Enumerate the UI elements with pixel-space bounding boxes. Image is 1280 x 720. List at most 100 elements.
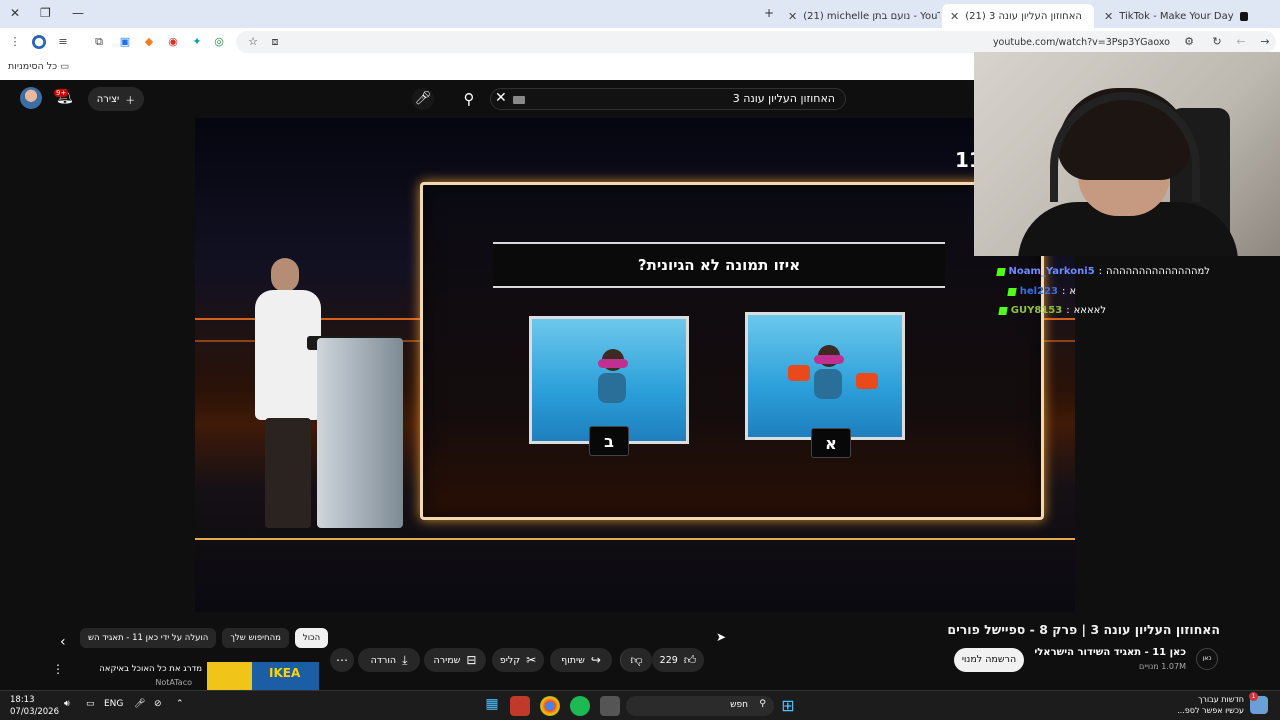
- chevron-up-icon[interactable]: ⌃: [176, 699, 184, 709]
- windows-start-icon[interactable]: ⊞: [778, 696, 798, 716]
- more-vertical-icon[interactable]: ⋮: [52, 662, 64, 676]
- clear-search-icon[interactable]: ✕: [495, 90, 507, 106]
- minimize-window-icon[interactable]: —: [72, 6, 84, 20]
- scissors-icon: ✂: [526, 653, 537, 667]
- youtube-header: 🔔︎ יצירה ＋ 🎤︎ ⚲ ✕ האחוזון העליון עונה 3: [0, 80, 974, 118]
- clock-date: 07/03/2026: [10, 707, 59, 717]
- video-frame: איזו תמונה לא הגיונית? ב א 11: [195, 118, 1075, 612]
- game-screen: [420, 182, 1044, 520]
- channel-avatar[interactable]: כאן: [1196, 648, 1218, 670]
- close-tab-icon[interactable]: ✕: [1104, 10, 1113, 23]
- muted-icon[interactable]: ⊘: [154, 699, 162, 709]
- channel-name[interactable]: כאן 11 - תאגיד השידור הישראלי: [1034, 647, 1186, 658]
- tab-michelle[interactable]: ✕ (21) michelle נועם בתן - YouTube: [780, 4, 940, 28]
- video-title: האחוזון העליון עונה 3 | פרק 8 - ספיישל פ…: [947, 622, 1220, 637]
- extensions-icon[interactable]: ⧉: [92, 35, 106, 49]
- address-bar[interactable]: ☆ ⧈ youtube.com/watch?v=3Psp3YGaoxo ⚙ ↻ …: [236, 31, 1276, 53]
- search-icon[interactable]: ⚲: [452, 88, 486, 110]
- like-count: 229: [659, 654, 678, 666]
- more-actions-button[interactable]: ⋯: [330, 648, 354, 672]
- share-icon: ↪: [590, 653, 601, 667]
- option-b-label: ב: [589, 426, 629, 456]
- file-explorer-icon[interactable]: [600, 696, 620, 716]
- news-badge: 1: [1249, 692, 1258, 701]
- tiktok-icon: [1239, 11, 1248, 21]
- chip-all[interactable]: הכול: [294, 628, 329, 648]
- all-bookmarks-link[interactable]: כל הסימניות ▭: [8, 61, 69, 72]
- video-player[interactable]: איזו תמונה לא הגיונית? ב א 11: [195, 118, 1075, 612]
- clock-time: 18:13: [10, 695, 35, 705]
- chat-message: GUY8153 : לאאאא: [998, 305, 1106, 316]
- search-input[interactable]: ✕ האחוזון העליון עונה 3: [490, 88, 846, 110]
- floatie: [856, 373, 878, 389]
- chip-from-search[interactable]: מהחיפוש שלך: [222, 628, 289, 648]
- chevron-left-icon[interactable]: ‹: [60, 634, 66, 650]
- download-button[interactable]: ⤓ הורדה: [358, 648, 420, 672]
- extension-icon[interactable]: ▣: [118, 35, 132, 49]
- chrome-icon[interactable]: [540, 696, 560, 716]
- profile-icon[interactable]: ●: [32, 35, 46, 49]
- chat-username: GUY8153: [1010, 305, 1063, 316]
- news-widget[interactable]: חדשות עבורך עכשיו אפשר לספ...: [1177, 694, 1244, 716]
- folder-icon: ▭: [60, 61, 70, 72]
- recommended-video-title[interactable]: מדרג את כל האוכל באיקאה: [99, 664, 202, 674]
- language-indicator[interactable]: ENG: [104, 699, 123, 709]
- microphone-icon[interactable]: 🎤︎: [134, 699, 145, 709]
- stage-light: [195, 538, 1075, 540]
- back-icon[interactable]: →: [1258, 35, 1272, 49]
- spotify-icon[interactable]: [570, 696, 590, 716]
- question-banner: איזו תמונה לא הגיונית?: [493, 242, 945, 288]
- bookmark-star-icon[interactable]: ☆: [246, 35, 260, 49]
- close-tab-icon[interactable]: ✕: [950, 10, 959, 23]
- reload-icon[interactable]: ↻: [1210, 35, 1224, 49]
- extension-icon[interactable]: ◆: [142, 35, 156, 49]
- widgets-icon[interactable]: ▦: [482, 696, 502, 716]
- avatar[interactable]: [20, 87, 42, 109]
- app-icon[interactable]: [510, 696, 530, 716]
- save-label: שמירה: [433, 654, 461, 666]
- reading-list-icon[interactable]: ≡: [56, 35, 70, 49]
- chat-text: למהההההההההההההה: [1106, 266, 1210, 277]
- extension-icon[interactable]: ◉: [166, 35, 180, 49]
- menu-icon[interactable]: ⋮: [8, 35, 22, 49]
- cast-icon[interactable]: ⧈: [268, 35, 282, 49]
- share-button[interactable]: ↪ שיתוף: [550, 648, 612, 672]
- subscribe-button[interactable]: הרשמה למנוי: [954, 648, 1024, 672]
- extension-icon[interactable]: ✦: [190, 35, 204, 49]
- extension-icon[interactable]: ◎: [212, 35, 226, 49]
- clip-label: קליפ: [499, 654, 521, 666]
- chat-text: א: [1069, 286, 1076, 297]
- tab-tiktok[interactable]: ✕ TikTok - Make Your Day: [1096, 4, 1256, 28]
- dislike-button[interactable]: 👎︎: [620, 648, 652, 672]
- forward-icon[interactable]: ←: [1234, 35, 1248, 49]
- download-label: הורדה: [370, 654, 397, 666]
- volume-icon[interactable]: 🔊︎: [64, 699, 70, 709]
- swimming-child: [806, 345, 850, 405]
- thumbs-up-icon: 👍︎: [683, 652, 697, 667]
- watch-metadata: האחוזון העליון עונה 3 | פרק 8 - ספיישל פ…: [0, 612, 1280, 690]
- tab-active-video[interactable]: ✕ (21) האחוזון העליון עונה 3: [942, 4, 1094, 28]
- thumbs-down-icon: 👎︎: [630, 652, 643, 667]
- like-button[interactable]: 👍︎ 229: [652, 648, 704, 672]
- chat-overlay: Noam_Yarkoni5 : למהההההההההההההה hel223 …: [974, 256, 1280, 324]
- thumbnail-text: IKEA: [269, 666, 301, 680]
- new-tab-icon[interactable]: +: [764, 6, 774, 20]
- chip-uploader[interactable]: הועלה על ידי כאן 11 - תאגיד הש: [80, 628, 217, 648]
- kick-badge-icon: [1007, 287, 1017, 296]
- recommended-video-thumbnail[interactable]: IKEA: [207, 662, 319, 690]
- voice-search-icon[interactable]: 🎤︎: [412, 88, 434, 110]
- save-button[interactable]: ⊟ שמירה: [424, 648, 486, 672]
- restore-window-icon[interactable]: ❐: [40, 6, 51, 20]
- site-settings-icon[interactable]: ⚙: [1182, 35, 1196, 49]
- keyboard-icon[interactable]: [513, 96, 525, 104]
- more-horizontal-icon: ⋯: [336, 653, 348, 667]
- swimming-child: [590, 349, 634, 409]
- close-tab-icon[interactable]: ✕: [788, 10, 797, 23]
- clock[interactable]: 18:13 07/03/2026: [10, 694, 59, 718]
- network-icon[interactable]: ▭: [86, 699, 95, 709]
- clip-button[interactable]: ✂ קליפ: [492, 648, 544, 672]
- recommended-video-channel[interactable]: NotATaco: [155, 678, 192, 687]
- taskbar-search-input[interactable]: חפש ⚲: [626, 696, 774, 716]
- create-button[interactable]: יצירה ＋: [88, 87, 144, 111]
- close-window-icon[interactable]: ✕: [10, 6, 20, 20]
